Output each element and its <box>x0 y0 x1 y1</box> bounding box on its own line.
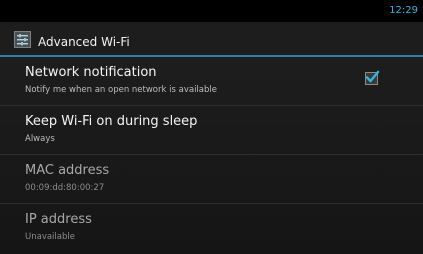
keep-wifi-on-during-sleep-preference[interactable]: Keep Wi-Fi on during sleep Always <box>0 106 423 155</box>
keep-wifi-on-during-sleep-title: Keep Wi-Fi on during sleep <box>25 114 198 129</box>
network-notification-checkbox[interactable] <box>365 70 380 85</box>
settings-sliders-icon <box>14 31 31 48</box>
keep-wifi-on-during-sleep-summary: Always <box>25 134 55 144</box>
network-notification-summary: Notify me when an open network is availa… <box>25 85 217 95</box>
ip-address-value: Unavailable <box>25 232 75 242</box>
network-notification-title: Network notification <box>25 65 157 80</box>
checkmark-icon <box>365 70 380 83</box>
mac-address-value: 00:09:dd:80:00:27 <box>25 183 105 193</box>
network-notification-preference[interactable]: Network notification Notify me when an o… <box>0 57 423 106</box>
ip-address-preference: IP address Unavailable <box>0 204 423 253</box>
status-bar: 12:29 <box>0 0 423 22</box>
action-bar: Advanced Wi-Fi <box>0 22 423 57</box>
ip-address-title: IP address <box>25 212 92 227</box>
advanced-wifi-settings-list: Network notification Notify me when an o… <box>0 57 423 253</box>
status-time: 12:29 <box>389 5 418 16</box>
mac-address-preference: MAC address 00:09:dd:80:00:27 <box>0 155 423 204</box>
android-settings-screen: 12:29 Advanced Wi-Fi Network notificatio… <box>0 0 423 254</box>
settings-app-icon[interactable] <box>14 31 31 48</box>
page-title: Advanced Wi-Fi <box>38 35 130 49</box>
mac-address-title: MAC address <box>25 163 110 178</box>
